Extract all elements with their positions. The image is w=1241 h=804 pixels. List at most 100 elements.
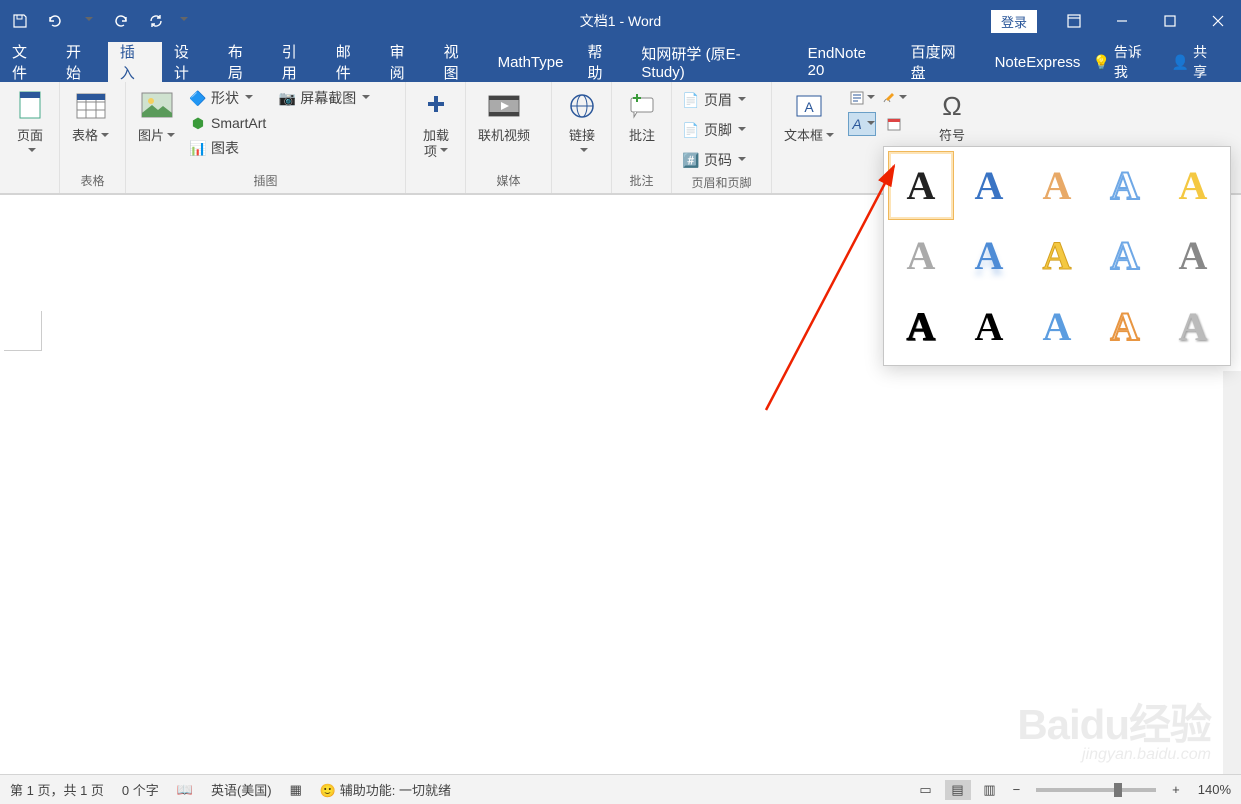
refresh-icon[interactable] — [140, 5, 172, 37]
tab-mail[interactable]: 邮件 — [324, 42, 378, 82]
view-web-icon[interactable]: ▥ — [977, 780, 1003, 800]
watermark: Baidu经验 jingyan.baidu.com — [1017, 691, 1211, 764]
tab-layout[interactable]: 布局 — [216, 42, 270, 82]
wordart-style-10[interactable]: A — [1160, 222, 1226, 291]
page-edge — [4, 311, 42, 351]
shapes-button[interactable]: 🔷形状 — [185, 86, 270, 110]
tab-baidudisk[interactable]: 百度网盘 — [899, 42, 983, 82]
wordart-style-6[interactable]: A — [888, 222, 954, 291]
online-video-button[interactable]: 联机视频 — [472, 86, 536, 146]
camera-icon: 📷 — [278, 89, 296, 107]
group-links — [558, 187, 605, 193]
share-button[interactable]: 👤共享 — [1172, 42, 1221, 82]
tab-endnote[interactable]: EndNote 20 — [796, 42, 899, 82]
close-icon[interactable] — [1195, 6, 1241, 36]
header-icon: 📄 — [682, 91, 700, 109]
view-focus-icon[interactable]: ▭ — [913, 780, 939, 800]
minimize-icon[interactable] — [1099, 6, 1145, 36]
status-page[interactable]: 第 1 页，共 1 页 — [10, 780, 104, 799]
table-icon — [73, 88, 109, 124]
comment-button[interactable]: 批注 — [618, 86, 666, 146]
symbol-button[interactable]: Ω 符号 — [928, 86, 976, 146]
group-comments: 批注 — [618, 170, 665, 193]
video-icon — [486, 88, 522, 124]
ribbon-display-icon[interactable] — [1051, 6, 1097, 36]
footer-icon: 📄 — [682, 121, 700, 139]
tab-references[interactable]: 引用 — [270, 42, 324, 82]
svg-text:A: A — [804, 99, 814, 115]
save-icon[interactable] — [4, 5, 36, 37]
wordart-gallery: A A A A A A A A A A A A A A A — [883, 146, 1231, 366]
tab-review[interactable]: 审阅 — [378, 42, 432, 82]
status-language[interactable]: 英语(美国) — [211, 780, 272, 799]
status-proofing-icon[interactable]: 📖 — [177, 782, 193, 798]
pagenum-button[interactable]: #️⃣页码 — [678, 148, 750, 172]
maximize-icon[interactable] — [1147, 6, 1193, 36]
wordart-style-11[interactable]: A — [888, 292, 954, 361]
pictures-button[interactable]: 图片 — [132, 86, 181, 146]
page-icon — [12, 88, 48, 124]
view-print-icon[interactable]: ▤ — [945, 780, 971, 800]
datetime-button[interactable] — [880, 112, 908, 136]
wordart-style-13[interactable]: A — [1024, 292, 1090, 361]
undo-icon[interactable] — [38, 5, 70, 37]
redo-icon[interactable] — [106, 5, 138, 37]
share-icon: 👤 — [1172, 54, 1189, 71]
signature-button[interactable] — [880, 86, 908, 110]
chart-button[interactable]: 📊图表 — [185, 136, 270, 160]
smartart-icon: ⬢ — [189, 114, 207, 132]
tab-view[interactable]: 视图 — [432, 42, 486, 82]
pages-button[interactable]: 页面 — [6, 86, 54, 161]
status-wordcount[interactable]: 0 个字 — [122, 780, 159, 799]
tab-file[interactable]: 文件 — [0, 42, 54, 82]
wordart-style-2[interactable]: A — [956, 151, 1022, 220]
group-tables: 表格 — [66, 170, 119, 193]
wordart-style-3[interactable]: A — [1024, 151, 1090, 220]
table-button[interactable]: 表格 — [66, 86, 115, 146]
picture-icon — [139, 88, 175, 124]
shapes-icon: 🔷 — [189, 89, 207, 107]
wordart-style-9[interactable]: A — [1092, 222, 1158, 291]
undo-dropdown-icon[interactable] — [72, 5, 104, 37]
quick-parts-button[interactable] — [848, 86, 876, 110]
tab-help[interactable]: 帮助 — [575, 42, 629, 82]
group-pages — [6, 187, 53, 193]
footer-button[interactable]: 📄页脚 — [678, 118, 750, 142]
lightbulb-icon: 💡 — [1092, 54, 1109, 71]
tab-cnki[interactable]: 知网研学 (原E-Study) — [629, 42, 795, 82]
wordart-style-15[interactable]: A — [1160, 292, 1226, 361]
zoom-level[interactable]: 140% — [1198, 782, 1231, 797]
tab-mathtype[interactable]: MathType — [486, 42, 576, 82]
tellme-button[interactable]: 💡告诉我 — [1092, 42, 1155, 82]
zoom-out-button[interactable]: − — [1009, 782, 1025, 797]
zoom-slider[interactable] — [1036, 788, 1156, 792]
wordart-style-4[interactable]: A — [1092, 151, 1158, 220]
status-accessibility[interactable]: 🙂 辅助功能: 一切就绪 — [320, 780, 451, 799]
login-button[interactable]: 登录 — [991, 10, 1037, 33]
symbol-icon: Ω — [934, 88, 970, 124]
qat-customize-icon[interactable] — [174, 5, 192, 37]
addins-button[interactable]: 加载 项 — [412, 86, 460, 161]
group-addins — [412, 187, 459, 193]
tab-home[interactable]: 开始 — [54, 42, 108, 82]
chart-icon: 📊 — [189, 139, 207, 157]
tab-design[interactable]: 设计 — [162, 42, 216, 82]
scrollbar-vertical[interactable] — [1223, 371, 1241, 774]
wordart-style-8[interactable]: A — [1024, 222, 1090, 291]
zoom-in-button[interactable]: + — [1168, 782, 1184, 797]
header-button[interactable]: 📄页眉 — [678, 88, 750, 112]
links-button[interactable]: 链接 — [558, 86, 606, 161]
wordart-style-1[interactable]: A — [888, 151, 954, 220]
wordart-style-7[interactable]: A — [956, 222, 1022, 291]
textbox-button[interactable]: A 文本框 — [778, 86, 840, 146]
tab-insert[interactable]: 插入 — [108, 42, 162, 82]
wordart-style-14[interactable]: A — [1092, 292, 1158, 361]
status-macro-icon[interactable]: ▦ — [290, 782, 302, 798]
tab-noteexpress[interactable]: NoteExpress — [983, 42, 1093, 82]
textbox-icon: A — [791, 88, 827, 124]
screenshot-button[interactable]: 📷屏幕截图 — [274, 86, 374, 110]
wordart-style-5[interactable]: A — [1160, 151, 1226, 220]
wordart-button[interactable]: A — [848, 112, 876, 136]
smartart-button[interactable]: ⬢SmartArt — [185, 112, 270, 134]
wordart-style-12[interactable]: A — [956, 292, 1022, 361]
